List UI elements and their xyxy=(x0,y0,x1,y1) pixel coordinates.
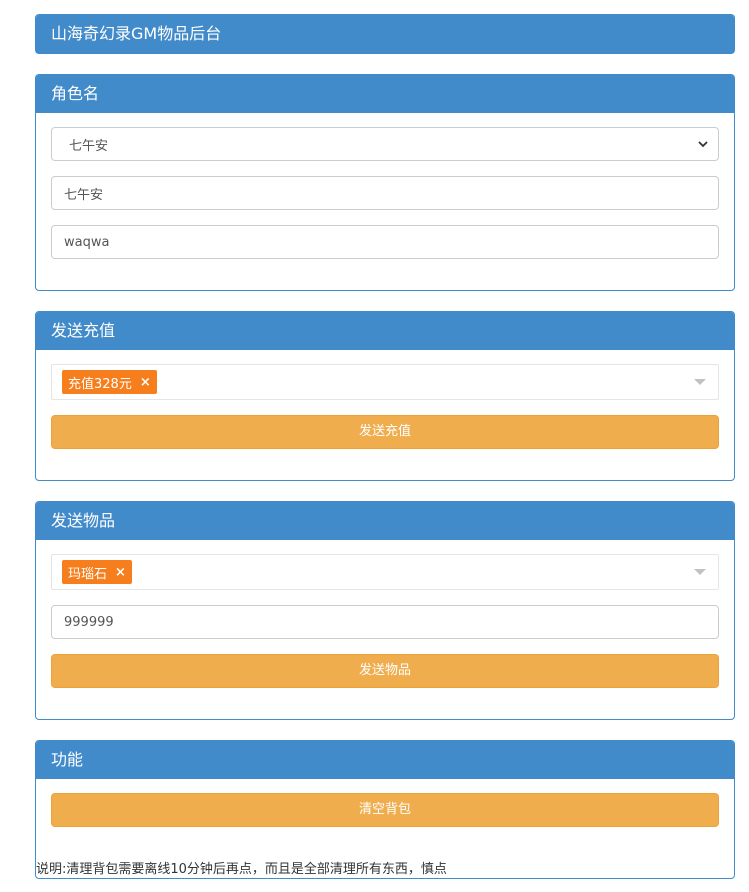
tag-remove-icon[interactable]: × xyxy=(140,375,151,390)
item-tag: 玛瑙石 × xyxy=(62,560,132,584)
recharge-panel: 发送充值 充值328元 × 发送充值 xyxy=(35,311,735,481)
header-panel: 山海奇幻录GM物品后台 xyxy=(35,14,735,54)
recharge-tag: 充值328元 × xyxy=(62,370,157,394)
item-panel-body: 玛瑙石 × 发送物品 xyxy=(36,540,734,688)
dropdown-caret-icon[interactable] xyxy=(694,569,706,575)
role-panel-body: 七午安 xyxy=(36,113,734,259)
server-select[interactable]: 七午安 xyxy=(51,127,719,161)
send-item-button[interactable]: 发送物品 xyxy=(51,654,719,688)
server-select-value: 七午安 xyxy=(69,138,109,154)
clear-bag-button[interactable]: 清空背包 xyxy=(51,793,719,827)
recharge-tag-select[interactable]: 充值328元 × xyxy=(51,364,719,400)
recharge-tag-label: 充值328元 xyxy=(68,376,132,392)
tag-remove-icon[interactable]: × xyxy=(115,565,126,580)
role-name-input[interactable] xyxy=(51,176,719,210)
item-panel-title: 发送物品 xyxy=(36,502,734,540)
dropdown-caret-icon[interactable] xyxy=(694,379,706,385)
chevron-down-icon xyxy=(698,141,708,148)
role-panel-title: 角色名 xyxy=(36,75,734,113)
recharge-panel-title: 发送充值 xyxy=(36,312,734,350)
recharge-panel-body: 充值328元 × 发送充值 xyxy=(36,350,734,449)
account-input[interactable] xyxy=(51,225,719,259)
item-tag-label: 玛瑙石 xyxy=(68,566,108,582)
clear-bag-note: 说明:清理背包需要离线10分钟后再点，而且是全部清理所有东西，慎点 xyxy=(36,862,447,877)
function-panel: 功能 清空背包 说明:清理背包需要离线10分钟后再点，而且是全部清理所有东西，慎… xyxy=(35,740,735,879)
page-title: 山海奇幻录GM物品后台 xyxy=(36,15,734,53)
item-tag-select[interactable]: 玛瑙石 × xyxy=(51,554,719,590)
send-recharge-button[interactable]: 发送充值 xyxy=(51,415,719,449)
item-quantity-input[interactable] xyxy=(51,605,719,639)
item-panel: 发送物品 玛瑙石 × 发送物品 xyxy=(35,501,735,720)
role-panel: 角色名 七午安 xyxy=(35,74,735,291)
function-panel-title: 功能 xyxy=(36,741,734,779)
